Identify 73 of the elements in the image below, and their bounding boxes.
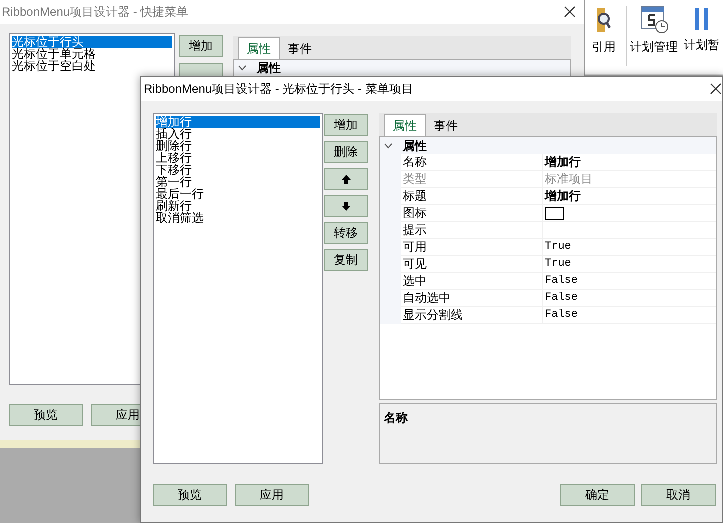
list-item[interactable]: 取消筛选 [156,212,320,224]
property-row[interactable]: 可用 True [380,239,716,256]
property-value: False [545,274,578,289]
property-name: 选中 [403,273,427,290]
list-item[interactable]: 下移行 [156,164,320,176]
property-name: 名称 [403,154,427,171]
book-magnifier-icon [597,6,611,34]
property-value: 增加行 [545,188,581,205]
arrow-down-icon [342,202,350,210]
move-button[interactable] [324,168,368,190]
side-button[interactable]: 复制 [324,249,368,271]
list-item[interactable]: 插入行 [156,128,320,140]
close-icon[interactable] [564,6,576,18]
side-button[interactable]: 增加 [179,35,223,57]
property-row[interactable]: 标题 增加行 [380,188,716,205]
property-name: 可用 [403,239,427,256]
list-item[interactable]: 最后一行 [156,188,320,200]
property-name: 显示分割线 [403,307,463,324]
footer-button[interactable]: 取消 [641,484,716,506]
side-button[interactable]: 增加 [324,114,368,136]
tab[interactable]: 事件 [426,116,466,136]
property-row[interactable]: 图标 [380,205,716,222]
property-name: 类型 [403,171,427,188]
chevron-icon[interactable] [238,64,247,70]
property-name: 提示 [403,222,427,239]
footer-button[interactable]: 预览 [153,484,227,506]
move-button[interactable] [324,195,368,217]
close-icon[interactable] [710,83,722,95]
property-value: True [545,256,572,272]
ribbon-label[interactable]: 引用 [592,38,616,56]
footer-button[interactable]: 预览 [9,404,83,426]
list-item[interactable]: 第一行 [156,176,320,188]
tab[interactable]: 属性 [238,37,280,59]
tab[interactable]: 事件 [280,39,320,59]
property-row[interactable]: 名称 增加行 [380,154,716,171]
icon-swatch[interactable] [545,206,564,220]
property-value: True [545,240,572,255]
property-name: 自动选中 [403,290,451,307]
property-value: 标准项目 [545,171,593,188]
property-name: 标题 [403,188,427,205]
ribbon-label[interactable]: 计划暂 [684,36,720,54]
pause-icon [694,6,710,32]
footer-button[interactable]: 应用 [235,484,309,506]
description-title: 名称 [384,411,408,425]
list-item[interactable]: 光标位于空白处 [12,60,172,72]
property-row[interactable]: 可见 True [380,256,716,273]
property-value: 增加行 [545,154,581,171]
list-item[interactable]: 光标位于行头 [12,36,172,48]
window-title: RibbonMenu项目设计器 - 快捷菜单 [2,4,189,21]
list-item[interactable]: 上移行 [156,152,320,164]
property-name: 可见 [403,256,427,273]
tab[interactable]: 属性 [384,114,426,136]
list-item[interactable]: 光标位于单元格 [12,48,172,60]
property-row[interactable]: 显示分割线 False [380,307,716,324]
window-title: RibbonMenu项目设计器 - 光标位于行头 - 菜单项目 [144,81,414,98]
calendar-clock-icon [639,6,669,34]
property-row[interactable]: 提示 [380,222,716,239]
side-button[interactable]: 转移 [324,222,368,244]
property-value: False [545,290,578,306]
list-item[interactable]: 增加行 [156,116,320,128]
property-value: False [545,308,578,323]
ribbon-label[interactable]: 计划管理 [630,38,678,56]
list-item[interactable]: 刷新行 [156,200,320,212]
property-row[interactable]: 选中 False [380,273,716,290]
side-button[interactable]: 删除 [324,141,368,163]
chevron-down-icon[interactable] [384,141,393,150]
property-row[interactable]: 自动选中 False [380,290,716,307]
property-name: 图标 [403,205,427,222]
category-label: 属性 [403,138,427,154]
footer-button[interactable]: 确定 [560,484,635,506]
list-item[interactable]: 删除行 [156,140,320,152]
arrow-up-icon [342,174,350,184]
category-label: 属性 [257,60,281,76]
